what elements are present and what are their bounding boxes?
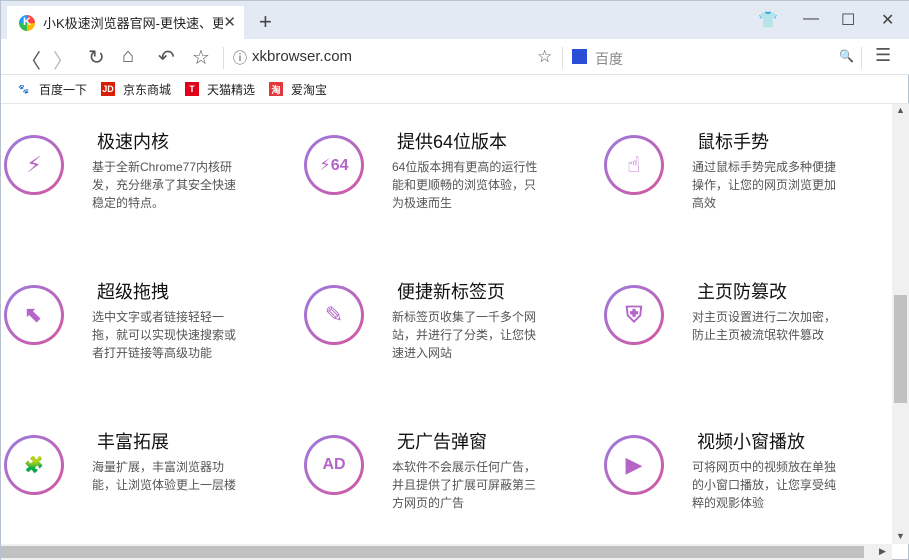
64bit-icon: ⚡64 bbox=[319, 157, 349, 174]
feature-title: 视频小窗播放 bbox=[697, 432, 805, 452]
feature-card: AD 无广告弹窗本软件不会展示任何广告，并且提供了扩展可屏蔽第三方网页的广告 bbox=[301, 408, 591, 538]
feature-description: 本软件不会展示任何广告，并且提供了扩展可屏蔽第三方网页的广告 bbox=[392, 460, 537, 510]
feature-icon-ring: ⚡ bbox=[4, 135, 64, 195]
feature-description: 海量扩展，丰富浏览器功能，让浏览体验更上一层楼 bbox=[92, 460, 237, 492]
url-input[interactable]: xkbrowser.com bbox=[252, 48, 352, 65]
feature-card: ☝ 鼠标手势通过鼠标手势完成多种便捷操作，让您的网页浏览更加高效 bbox=[601, 108, 891, 238]
tmall-icon: T bbox=[185, 82, 200, 96]
feature-title: 极速内核 bbox=[97, 132, 169, 152]
chip-icon: ⚡ bbox=[26, 152, 42, 177]
site-logo-icon bbox=[19, 14, 35, 31]
horizontal-scrollbar[interactable]: ▶ bbox=[1, 544, 892, 560]
minimize-button[interactable]: — bbox=[803, 10, 819, 28]
feature-description: 新标签页收集了一千多个网站，并进行了分类，让您快速进入网站 bbox=[392, 310, 537, 360]
feature-description: 选中文字或者链接轻轻一拖，就可以实现快速搜索或者打开链接等高级功能 bbox=[92, 310, 237, 360]
feature-icon-ring: ⛨ bbox=[604, 285, 664, 345]
feature-card: ⛨ 主页防篡改对主页设置进行二次加密，防止主页被流氓软件篡改 bbox=[601, 258, 891, 388]
scroll-down-icon[interactable]: ▼ bbox=[896, 531, 905, 541]
skin-icon[interactable]: 👕 bbox=[758, 10, 778, 30]
bookmark-star-icon[interactable]: ☆ bbox=[537, 47, 552, 67]
scroll-right-icon[interactable]: ▶ bbox=[879, 546, 886, 557]
feature-icon-ring: ☝ bbox=[604, 135, 664, 195]
puzzle-icon: 🧩 bbox=[24, 457, 44, 474]
feature-card: ✎ 便捷新标签页新标签页收集了一千多个网站，并进行了分类，让您快速进入网站 bbox=[301, 258, 591, 388]
feature-description: 对主页设置进行二次加密，防止主页被流氓软件篡改 bbox=[692, 310, 837, 342]
address-toolbar: 〈 〉 ↻ ⌂ ↶ ☆ ⓘ xkbrowser.com ☆ 百度 🔍 ☰ bbox=[1, 39, 909, 75]
features-page: ⚡ 极速内核 基于全新Chrome77内核研发，充分继承了其安全快速稳定的特点。 ⚡6… bbox=[1, 104, 892, 544]
bookmarks-bar: 🐾 百度一下 JD 京东商城 T 天猫精选淘爱淘宝 bbox=[1, 75, 909, 104]
feature-card: ▶ 视频小窗播放可将网页中的视频放在单独的小窗口播放，让您享受纯粹的观影体验 bbox=[601, 408, 891, 538]
feature-card: ⬉ 超级拖拽选中文字或者链接轻轻一拖，就可以实现快速搜索或者打开链接等高级功能 bbox=[1, 258, 291, 388]
baidu-engine-icon[interactable] bbox=[572, 49, 587, 64]
feature-card: ⚡64 提供64位版本 64位版本拥有更高的运行性能和更顺畅的浏览体验，只为极速而生 bbox=[301, 108, 591, 238]
feature-card: ⚡ 极速内核基于全新Chrome77内核研发，充分继承了其安全快速稳定的特点。 bbox=[1, 108, 291, 238]
vertical-scrollbar[interactable]: ▲ ▼ bbox=[892, 104, 909, 544]
title-bar: 小K极速浏览器官网-更快速、更稳定 ✕ + 👕 — ☐ ✕ bbox=[1, 1, 909, 39]
bookmark-item[interactable]: 淘爱淘宝 bbox=[269, 81, 327, 98]
feature-title: 无广告弹窗 bbox=[397, 432, 487, 452]
divider bbox=[223, 47, 224, 69]
maximize-button[interactable]: ☐ bbox=[841, 10, 855, 30]
browser-tab[interactable]: 小K极速浏览器官网-更快速、更稳定 ✕ bbox=[7, 6, 244, 39]
bookmark-label: 百度一下 bbox=[39, 82, 88, 97]
feature-icon-ring: ⚡64 bbox=[304, 135, 364, 195]
no-ad-icon: AD bbox=[322, 456, 346, 473]
divider bbox=[861, 47, 862, 69]
feature-title: 提供64位版本 bbox=[397, 132, 508, 152]
jd-icon: JD bbox=[101, 82, 116, 96]
bookmark-item[interactable]: T 天猫精选 bbox=[185, 81, 255, 98]
feature-title: 超级拖拽 bbox=[97, 282, 169, 302]
favorite-button[interactable]: ☆ bbox=[192, 45, 210, 70]
forward-button[interactable]: 〉 bbox=[53, 45, 73, 74]
baidu-icon: 🐾 bbox=[18, 83, 30, 94]
menu-icon[interactable]: ☰ bbox=[875, 45, 891, 66]
bookmark-label: 天猫精选 bbox=[207, 82, 256, 97]
feature-title: 鼠标手势 bbox=[697, 132, 769, 152]
horizontal-scroll-thumb[interactable] bbox=[1, 546, 864, 558]
feature-description: 通过鼠标手势完成多种便捷操作，让您的网页浏览更加高效 bbox=[692, 160, 837, 210]
new-tab-button[interactable]: + bbox=[259, 9, 272, 35]
feature-description: 可将网页中的视频放在单独的小窗口播放，让您享受纯粹的观影体验 bbox=[692, 460, 837, 510]
drag-cursor-icon: ⬉ bbox=[24, 302, 44, 327]
feature-description: 64位版本拥有更高的运行性能和更顺畅的浏览体验，只为极速而生 bbox=[392, 160, 538, 210]
scroll-up-icon[interactable]: ▲ bbox=[896, 105, 905, 115]
video-icon: ▶ bbox=[625, 452, 643, 477]
feature-title: 便捷新标签页 bbox=[397, 282, 505, 302]
hand-gesture-icon: ☝ bbox=[627, 152, 641, 177]
feature-icon-ring: ✎ bbox=[304, 285, 364, 345]
feature-icon-ring: ⬉ bbox=[4, 285, 64, 345]
bookmark-item[interactable]: JD 京东商城 bbox=[101, 81, 171, 98]
bookmark-label: 爱淘宝 bbox=[291, 82, 328, 97]
bookmark-item[interactable]: 🐾 百度一下 bbox=[17, 81, 87, 98]
feature-description: 基于全新Chrome77内核研发，充分继承了其安全快速稳定的特点。 bbox=[92, 160, 237, 210]
feature-title: 丰富拓展 bbox=[97, 432, 169, 452]
taobao-icon: 淘 bbox=[269, 82, 284, 96]
close-window-button[interactable]: ✕ bbox=[881, 10, 894, 30]
shield-icon: ⛨ bbox=[625, 302, 643, 327]
feature-card: 🧩 丰富拓展海量扩展，丰富浏览器功能，让浏览体验更上一层楼 bbox=[1, 408, 291, 538]
back-button[interactable]: 〈 bbox=[21, 45, 41, 74]
divider bbox=[562, 47, 563, 69]
search-icon[interactable]: 🔍 bbox=[839, 49, 854, 63]
tab-title: 小K极速浏览器官网-更快速、更稳定 bbox=[43, 16, 223, 31]
undo-close-button[interactable]: ↶ bbox=[158, 45, 175, 70]
home-button[interactable]: ⌂ bbox=[122, 45, 134, 68]
tab-close-icon[interactable]: ✕ bbox=[223, 13, 236, 31]
feature-icon-ring: ▶ bbox=[604, 435, 664, 495]
bookmark-label: 京东商城 bbox=[123, 82, 172, 97]
site-info-icon[interactable]: ⓘ bbox=[233, 48, 247, 68]
feature-icon-ring: 🧩 bbox=[4, 435, 64, 495]
feature-icon-ring: AD bbox=[304, 435, 364, 495]
vertical-scroll-thumb[interactable] bbox=[894, 295, 907, 403]
search-input[interactable]: 百度 bbox=[595, 49, 623, 69]
reload-button[interactable]: ↻ bbox=[88, 45, 105, 70]
new-tab-icon: ✎ bbox=[324, 302, 344, 327]
feature-title: 主页防篡改 bbox=[697, 282, 787, 302]
